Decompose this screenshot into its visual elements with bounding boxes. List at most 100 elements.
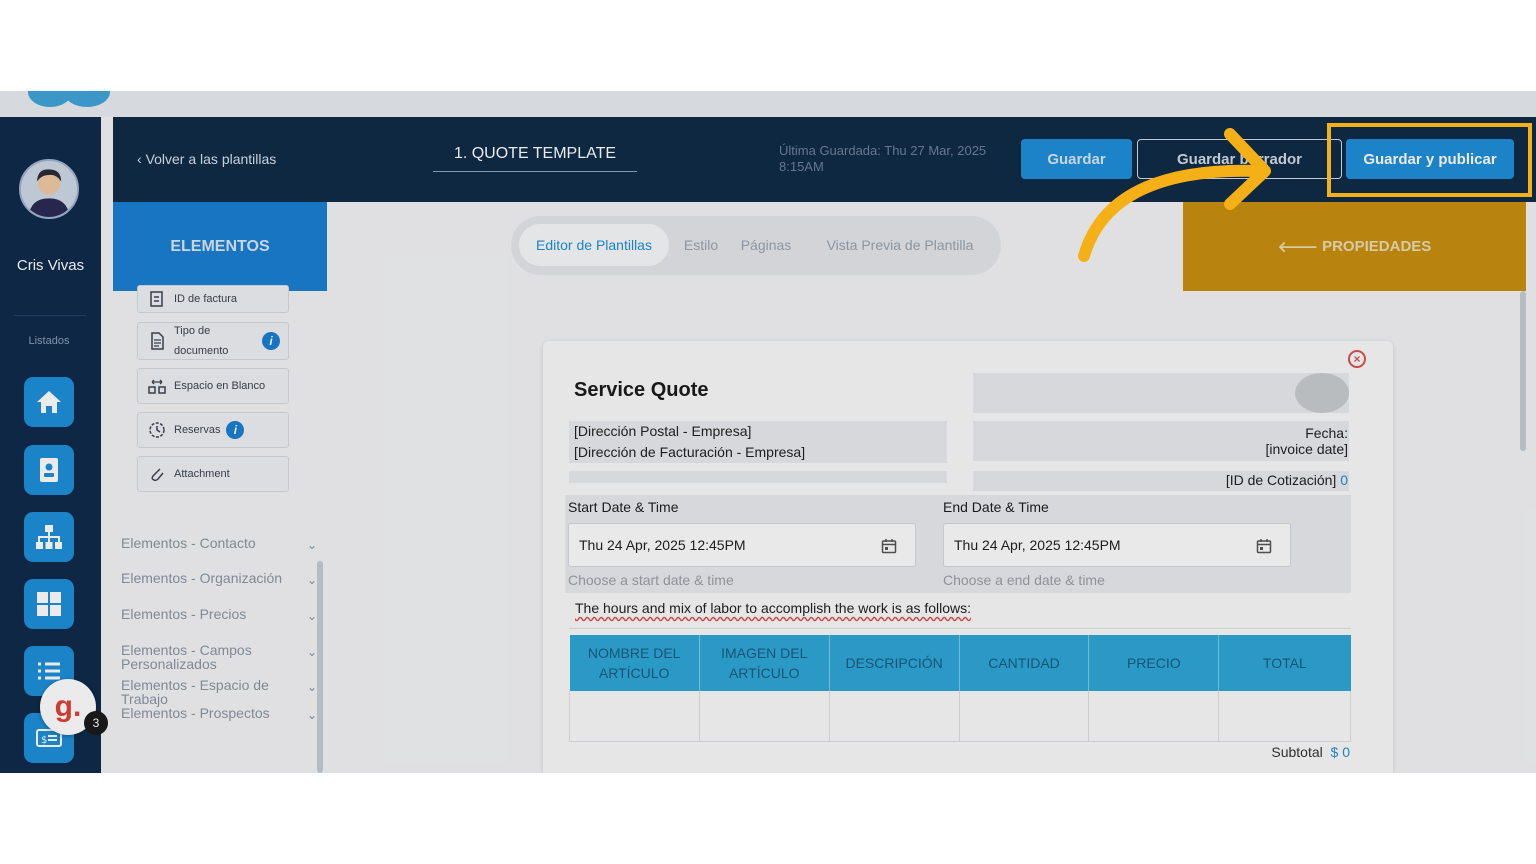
column-header: NOMBRE DEL ARTÍCULO <box>569 635 700 691</box>
document-title[interactable]: Service Quote <box>574 379 709 402</box>
group-label: Elementos - Prospectos <box>121 705 270 721</box>
column-header: DESCRIPCIÓN <box>829 635 960 691</box>
group-organization[interactable]: Elementos - Organización ⌄ <box>121 570 317 587</box>
document-icon <box>146 330 168 352</box>
paperclip-icon <box>146 463 168 485</box>
date-label: Fecha: <box>1305 425 1348 441</box>
editor-topbar: ‹ Volver a las plantillas 1. QUOTE TEMPL… <box>113 117 1536 202</box>
rail-section-label: Listados <box>28 335 70 347</box>
canvas-scrollbar[interactable] <box>1520 291 1526 451</box>
org-chart-icon <box>36 525 62 549</box>
intro-text: The hours and mix of labor to accomplish… <box>575 600 972 616</box>
chevron-down-icon: ⌄ <box>306 538 317 552</box>
column-header: IMAGEN DEL ARTÍCULO <box>699 635 830 691</box>
start-date-hint: Choose a start date & time <box>568 572 734 588</box>
subtotal-value: $ 0 <box>1330 744 1350 760</box>
group-workspace[interactable]: Elementos - Espacio de Trabajo ⌄ <box>121 678 317 706</box>
avatar[interactable] <box>19 159 79 219</box>
left-rail: Cris Vivas Listados $ <box>0 117 101 773</box>
table-cell[interactable] <box>1218 691 1351 742</box>
chevron-left-icon: ‹ <box>137 151 146 167</box>
calendar-icon[interactable] <box>1256 538 1272 554</box>
invoice-id-icon <box>146 288 168 310</box>
back-to-templates-link[interactable]: ‹ Volver a las plantillas <box>137 151 276 167</box>
element-document-type[interactable]: Tipo de documento i <box>137 322 289 360</box>
end-date-input[interactable]: Thu 24 Apr, 2025 12:45PM <box>943 523 1291 567</box>
column-header: CANTIDAD <box>959 635 1090 691</box>
subtotal: Subtotal $ 0 <box>1271 744 1350 760</box>
column-header: TOTAL <box>1218 635 1351 691</box>
start-date-input[interactable]: Thu 24 Apr, 2025 12:45PM <box>568 523 916 567</box>
quote-document: × Service Quote [Dirección Postal - Empr… <box>543 341 1393 773</box>
group-custom-fields[interactable]: Elementos - Campos Personalizados ⌄ <box>121 643 317 671</box>
properties-label: PROPIEDADES <box>1322 238 1432 255</box>
user-name: Cris Vivas <box>16 257 85 274</box>
contact-card-icon <box>40 458 58 482</box>
top-strip <box>0 91 1536 117</box>
chevron-down-icon: ⌄ <box>306 645 317 659</box>
element-reservations[interactable]: Reservas i <box>137 412 289 448</box>
dashboard-button[interactable] <box>24 579 74 629</box>
element-card-label: Reservas <box>174 424 221 436</box>
chevron-down-icon: ⌄ <box>306 573 317 587</box>
blank-space-icon <box>146 375 168 397</box>
group-label: Elementos - Organización <box>121 570 283 586</box>
arrow-pointer-icon <box>1078 128 1271 262</box>
home-button[interactable] <box>24 377 74 427</box>
table-row[interactable] <box>569 691 1351 742</box>
group-prices[interactable]: Elementos - Precios ⌄ <box>121 607 317 623</box>
subtotal-label: Subtotal <box>1271 744 1323 760</box>
element-blank-space[interactable]: Espacio en Blanco <box>137 368 289 404</box>
table-cell[interactable] <box>699 691 830 742</box>
template-title-input[interactable]: 1. QUOTE TEMPLATE <box>433 145 637 172</box>
elements-panel-header[interactable]: ELEMENTOS <box>113 202 327 291</box>
tab-pages[interactable]: Páginas <box>733 224 799 266</box>
element-card-label: Espacio en Blanco <box>174 380 266 392</box>
end-date-label: End Date & Time <box>943 499 1049 515</box>
grid-icon <box>37 592 61 616</box>
elements-panel: ID de factura Tipo de documento i Espaci… <box>113 285 327 773</box>
element-invoice-id[interactable]: ID de factura <box>137 285 289 313</box>
home-icon <box>37 391 61 413</box>
table-cell[interactable] <box>569 691 700 742</box>
table-cell[interactable] <box>1088 691 1220 742</box>
gear-clock-icon <box>146 419 168 441</box>
close-icon[interactable]: × <box>1348 350 1366 368</box>
group-prospects[interactable]: Elementos - Prospectos ⌄ <box>121 705 317 722</box>
svg-text:$: $ <box>41 735 47 746</box>
table-cell[interactable] <box>829 691 960 742</box>
intro-textarea[interactable]: The hours and mix of labor to accomplish… <box>569 595 1351 629</box>
notification-count-badge: 3 <box>84 711 108 735</box>
element-attachment[interactable]: Attachment <box>137 456 289 492</box>
group-label: Elementos - Campos Personalizados <box>121 642 252 672</box>
billing-address: [Dirección de Facturación - Empresa] <box>574 444 806 460</box>
end-date-value: Thu 24 Apr, 2025 12:45PM <box>954 537 1121 553</box>
chevron-down-icon: ⌄ <box>306 708 317 722</box>
group-contact[interactable]: Elementos - Contacto ⌄ <box>121 535 317 552</box>
end-date-hint: Choose a end date & time <box>943 572 1105 588</box>
tab-style[interactable]: Estilo <box>677 224 725 266</box>
logo-block[interactable] <box>973 373 1349 413</box>
image-placeholder-icon <box>1295 373 1349 413</box>
info-icon[interactable]: i <box>262 332 280 350</box>
group-label: Elementos - Contacto <box>121 535 256 551</box>
organization-button[interactable] <box>24 512 74 562</box>
rail-divider <box>14 315 86 316</box>
element-card-label: Attachment <box>174 468 230 480</box>
highlight-box <box>1327 123 1532 197</box>
quote-id: [ID de Cotización] 0 <box>1226 472 1348 488</box>
calendar-icon[interactable] <box>881 538 897 554</box>
chevron-down-icon: ⌄ <box>306 609 317 623</box>
element-card-label: Tipo de documento <box>174 325 229 357</box>
line-items-table[interactable]: NOMBRE DEL ARTÍCULO IMAGEN DEL ARTÍCULO … <box>569 635 1351 742</box>
tab-template-editor[interactable]: Editor de Plantillas <box>519 224 669 266</box>
quote-id-value: 0 <box>1340 472 1348 488</box>
table-cell[interactable] <box>959 691 1090 742</box>
column-header: PRECIO <box>1088 635 1220 691</box>
info-icon[interactable]: i <box>226 421 245 439</box>
chevron-down-icon: ⌄ <box>306 680 317 694</box>
contacts-button[interactable] <box>24 445 74 495</box>
elements-scrollbar[interactable] <box>317 561 323 773</box>
tab-template-preview[interactable]: Vista Previa de Plantilla <box>811 224 989 266</box>
logo-blob <box>64 91 110 107</box>
